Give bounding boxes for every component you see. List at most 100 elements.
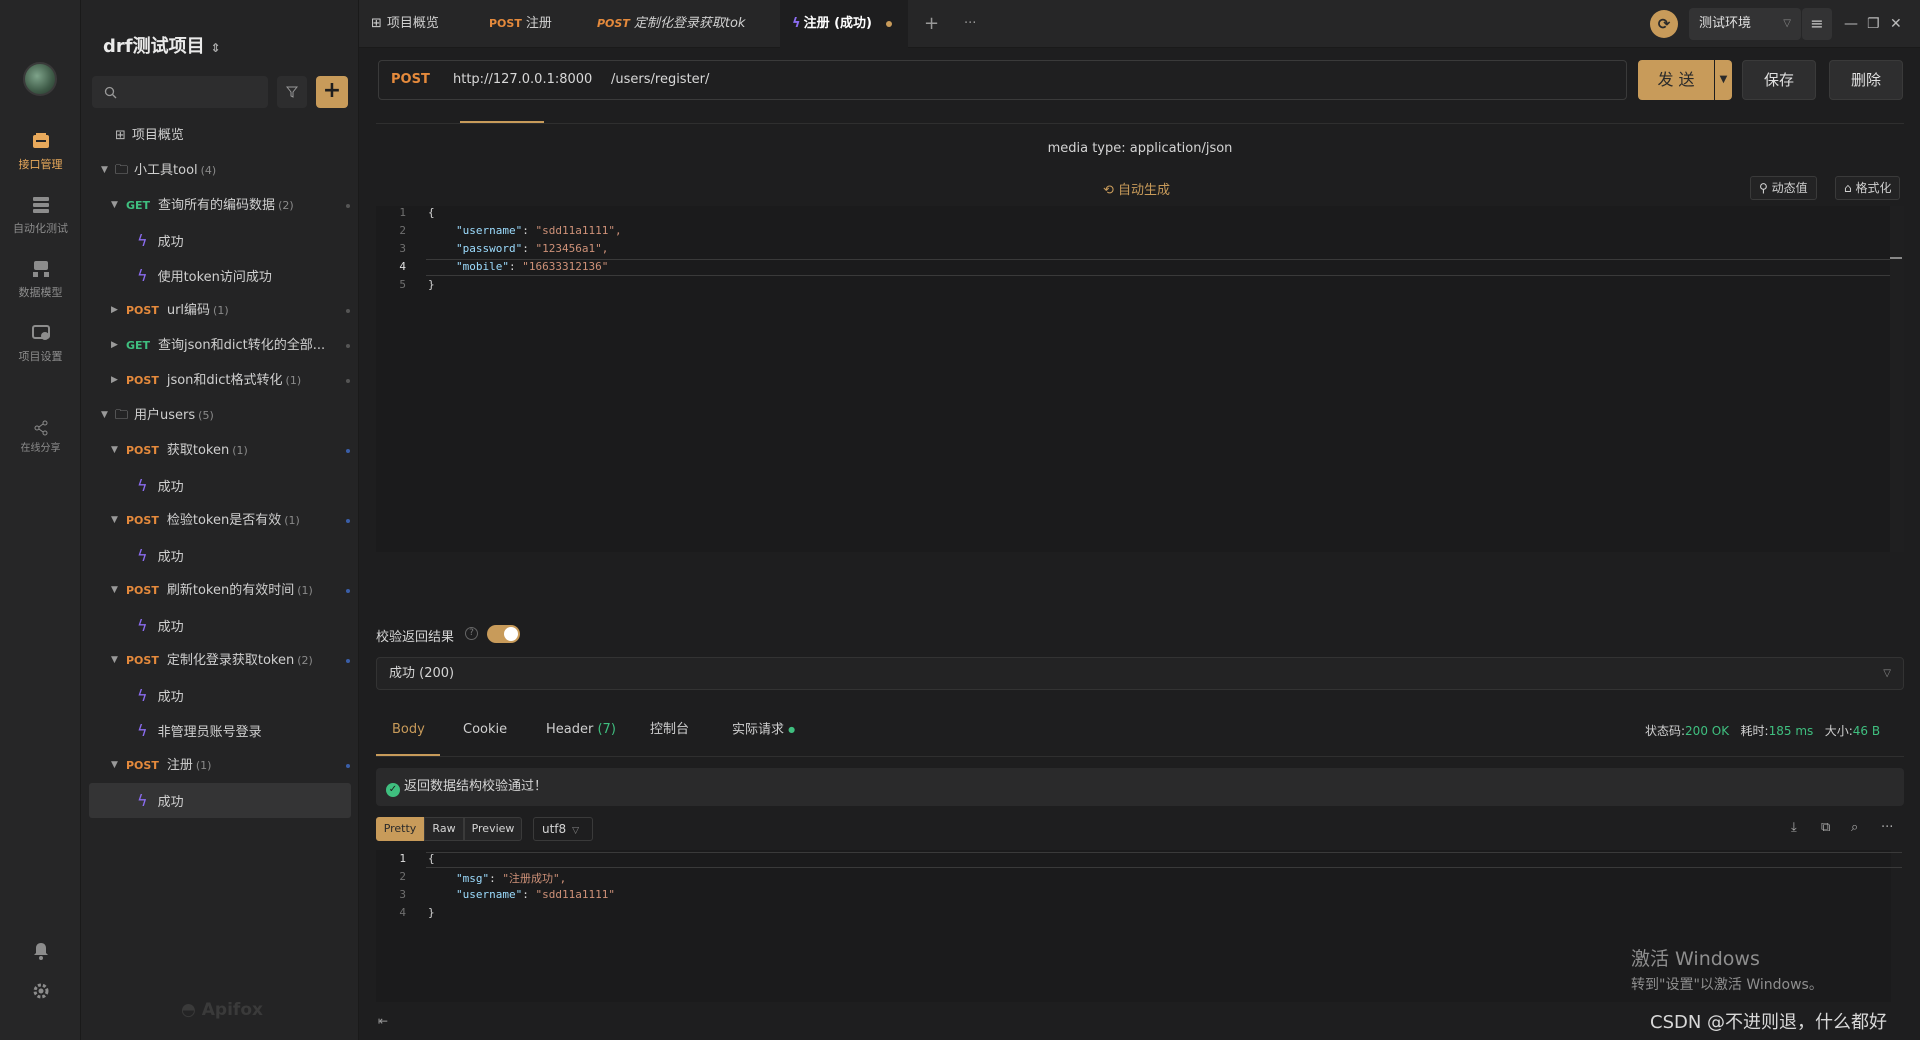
tree-item-overview[interactable]: ⊞ 项目概览 xyxy=(81,118,359,153)
format-pretty-button[interactable]: Pretty xyxy=(376,817,424,841)
bolt-icon: ϟ xyxy=(137,616,148,635)
url-path-input[interactable]: /users/register/ xyxy=(611,61,709,99)
status-dot xyxy=(346,344,350,348)
settings-gear-icon[interactable] xyxy=(0,982,81,1004)
editor-scrollbar[interactable] xyxy=(1890,206,1904,552)
bolt-icon: ϟ xyxy=(137,476,148,495)
notification-bell-icon[interactable] xyxy=(0,942,81,964)
more-tabs-icon[interactable]: ··· xyxy=(964,0,976,48)
encoding-select[interactable]: utf8 ▽ xyxy=(533,817,593,841)
caret-down-icon: ▼ xyxy=(111,445,118,455)
rail-item-data-model[interactable]: 数据模型 xyxy=(0,260,81,300)
delete-button[interactable]: 删除 xyxy=(1829,60,1903,100)
format-preview-button[interactable]: Preview xyxy=(464,817,522,841)
tree-case-non-admin-login[interactable]: ϟ 非管理员账号登录 xyxy=(81,713,359,748)
tree-api-get-token[interactable]: ▼ POST 获取token (1) xyxy=(81,433,359,468)
code-line: } xyxy=(428,278,435,291)
tree-case-success[interactable]: ϟ 成功 xyxy=(81,538,359,573)
send-dropdown-button[interactable]: ▼ xyxy=(1715,60,1732,100)
copy-icon[interactable]: ⧉ xyxy=(1821,820,1830,835)
help-icon[interactable]: ? xyxy=(465,627,478,640)
send-button[interactable]: 发 送 xyxy=(1638,60,1714,100)
filter-button[interactable] xyxy=(277,76,307,108)
code-line: "username": "sdd11a1111", xyxy=(456,224,622,237)
method-select[interactable]: POST xyxy=(391,61,430,99)
tree-case-success[interactable]: ϟ 成功 xyxy=(81,468,359,503)
project-title[interactable]: drf测试项目 ⇕ xyxy=(103,32,221,58)
env-sync-icon[interactable]: ⟳ xyxy=(1650,10,1678,38)
current-line-highlight xyxy=(426,259,1902,276)
response-tab-console[interactable]: 控制台 xyxy=(650,718,689,758)
rail-item-project-settings[interactable]: 项目设置 xyxy=(0,324,81,364)
bolt-icon: ϟ xyxy=(137,686,148,705)
request-body-editor[interactable] xyxy=(376,206,1891,552)
code-line: { xyxy=(428,852,435,865)
url-bar[interactable]: POST http://127.0.0.1:8000 /users/regist… xyxy=(378,60,1627,100)
chevron-down-icon: ▽ xyxy=(1783,18,1791,29)
avatar[interactable] xyxy=(23,62,57,96)
rail-item-automation[interactable]: 自动化测试 xyxy=(0,196,81,236)
tree-api-register[interactable]: ▼ POST 注册 (1) xyxy=(81,748,359,783)
format-raw-button[interactable]: Raw xyxy=(424,817,464,841)
validate-response-toggle[interactable] xyxy=(487,625,520,643)
tree-case-success[interactable]: ϟ 成功 xyxy=(81,608,359,643)
environment-select[interactable]: 测试环境 ▽ xyxy=(1689,8,1801,40)
tree-api-get-json-dict[interactable]: ▶ GET 查询json和dict转化的全部... xyxy=(81,328,359,363)
tree-case-token-success[interactable]: ϟ 使用token访问成功 xyxy=(81,258,359,293)
status-dot xyxy=(346,589,350,593)
tree-api-get-encodings[interactable]: ▼ GET 查询所有的编码数据 (2) xyxy=(81,188,359,223)
rail-item-api-management[interactable]: 接口管理 xyxy=(0,132,81,172)
search-icon[interactable]: ⌕ xyxy=(1851,820,1858,835)
expected-response-select[interactable]: 成功 (200) ▽ xyxy=(376,657,1904,690)
status-dot xyxy=(346,659,350,663)
tree-api-custom-login[interactable]: ▼ POST 定制化登录获取token (2) xyxy=(81,643,359,678)
switch-arrows-icon: ⇕ xyxy=(210,41,221,55)
project-settings-icon xyxy=(31,325,50,340)
menu-icon: ≡ xyxy=(1810,14,1824,33)
restore-icon[interactable]: ❐ xyxy=(1867,0,1880,48)
line-number: 3 xyxy=(399,888,406,901)
env-menu-button[interactable]: ≡ xyxy=(1802,8,1832,40)
minimize-icon[interactable]: — xyxy=(1844,0,1858,48)
search-input[interactable] xyxy=(92,76,268,108)
refresh-icon: ⟲ xyxy=(1103,183,1114,198)
tree-case-register-success[interactable]: ϟ 成功 xyxy=(89,783,351,818)
tree-case-success[interactable]: ϟ 成功 xyxy=(81,223,359,258)
new-tab-button[interactable]: + xyxy=(924,0,939,48)
response-tab-actual-request[interactable]: 实际请求 ● xyxy=(732,718,795,758)
tab-custom-login[interactable]: POST 定制化登录获取tok xyxy=(597,0,745,48)
format-button[interactable]: ⌂ 格式化 xyxy=(1835,176,1901,200)
response-tab-body[interactable]: Body xyxy=(392,718,425,758)
tree-folder-users[interactable]: ▼ 🗀 用户users (5) xyxy=(81,398,359,433)
tree-api-url-encode[interactable]: ▶ POST url编码 (1) xyxy=(81,293,359,328)
save-button[interactable]: 保存 xyxy=(1742,60,1816,100)
indicator-dot: ● xyxy=(788,725,796,734)
tree-api-verify-token[interactable]: ▼ POST 检验token是否有效 (1) xyxy=(81,503,359,538)
download-icon[interactable]: ⤓ xyxy=(1791,820,1797,835)
dynamic-value-button[interactable]: ⚲ 动态值 xyxy=(1750,176,1817,200)
format-icon: ⌂ xyxy=(1844,181,1852,195)
line-number: 1 xyxy=(399,852,406,865)
tab-overview[interactable]: ⊞ 项目概览 xyxy=(371,0,439,48)
tree-case-success[interactable]: ϟ 成功 xyxy=(81,678,359,713)
close-icon[interactable]: ✕ xyxy=(1890,0,1902,48)
tree-api-refresh-token[interactable]: ▼ POST 刷新token的有效时间 (1) xyxy=(81,573,359,608)
response-tab-cookie[interactable]: Cookie xyxy=(463,718,507,758)
panel-toggle-icon[interactable]: ⇤ xyxy=(378,1014,388,1028)
add-button[interactable]: + xyxy=(316,76,348,108)
windows-activation-notice: 激活 Windows 转到"设置"以激活 Windows。 xyxy=(1631,948,1823,993)
csdn-watermark: CSDN @不进则退，什么都好 xyxy=(1650,1012,1888,1033)
api-management-icon xyxy=(32,133,49,148)
rail-item-share[interactable]: 在线分享 xyxy=(0,420,81,454)
tree-folder-tool[interactable]: ▼ 🗀 小工具tool (4) xyxy=(81,153,359,188)
response-tab-header[interactable]: Header (7) xyxy=(546,718,616,758)
auto-generate-button[interactable]: ⟲ 自动生成 xyxy=(1103,179,1170,198)
apifox-logo: ◓ Apifox xyxy=(181,1000,263,1020)
tree-api-json-dict-convert[interactable]: ▶ POST json和dict格式转化 (1) xyxy=(81,363,359,398)
more-icon[interactable]: ··· xyxy=(1881,820,1893,835)
tab-register[interactable]: POST 注册 xyxy=(489,0,552,48)
code-line: "mobile": "16633312136" xyxy=(456,260,609,273)
chevron-down-icon: ▽ xyxy=(572,826,580,836)
bolt-icon: ϟ xyxy=(137,266,148,285)
tab-register-success[interactable]: ϟ 注册 (成功) xyxy=(780,0,908,48)
